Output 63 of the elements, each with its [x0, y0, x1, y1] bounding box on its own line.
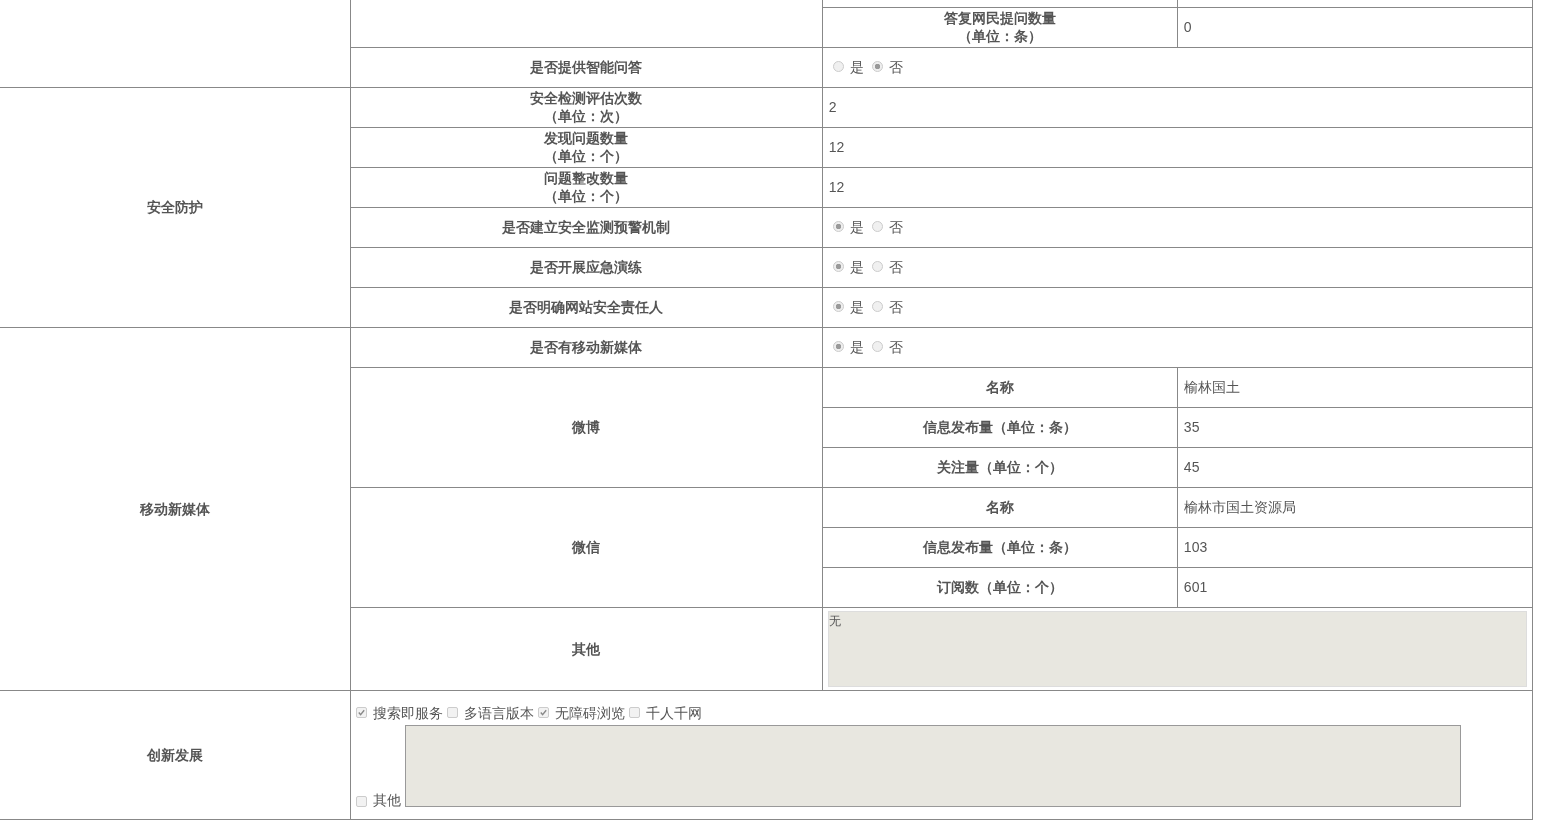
section-title: 安全防护: [146, 199, 203, 215]
field-label: 其他: [572, 640, 601, 657]
field-value: 12: [828, 179, 845, 195]
radio-button[interactable]: [832, 261, 844, 273]
radio-button[interactable]: [832, 301, 844, 313]
field-value: 35: [1183, 419, 1200, 435]
checkbox[interactable]: [628, 707, 640, 718]
radio-button[interactable]: [871, 61, 883, 73]
field-label: 问题整改数量 （单位：个）: [544, 170, 629, 204]
field-label: 信息发布量（单位：条）: [922, 539, 1077, 555]
checkbox[interactable]: [355, 795, 367, 807]
field-value: 2: [828, 99, 837, 115]
field-label: 订阅数（单位：个）: [936, 579, 1063, 595]
field-value: 0: [1183, 19, 1192, 35]
field-value: 12: [828, 139, 845, 155]
checkbox[interactable]: [355, 707, 367, 718]
field-value: 601: [1183, 579, 1208, 595]
checkbox-label[interactable]: 其他: [372, 792, 401, 807]
radio-label[interactable]: 否: [888, 257, 903, 276]
checkbox-label[interactable]: 多语言版本: [463, 703, 534, 722]
field-label: 是否建立安全监测预警机制: [502, 219, 671, 235]
text-area[interactable]: [404, 724, 1461, 807]
field-label: 关注量（单位：个）: [936, 459, 1063, 475]
field-value: 45: [1183, 459, 1200, 475]
radio-button[interactable]: [871, 341, 883, 353]
radio-button[interactable]: [871, 301, 883, 313]
checkbox-label[interactable]: 无障碍浏览: [554, 703, 625, 722]
field-label: 微博: [572, 419, 601, 435]
field-label: 答复网民提问数量 （单位：条）: [943, 10, 1056, 44]
radio-label[interactable]: 否: [888, 337, 903, 356]
radio-label[interactable]: 否: [888, 217, 903, 236]
field-label: 是否有移动新媒体: [530, 339, 643, 355]
radio-button[interactable]: [832, 341, 844, 353]
field-value: 103: [1183, 539, 1208, 555]
radio-label[interactable]: 是: [849, 297, 864, 316]
field-label: 是否开展应急演练: [530, 259, 643, 275]
checkbox[interactable]: [537, 707, 549, 718]
field-value: 榆林国土: [1183, 379, 1240, 395]
field-label: 名称: [985, 499, 1014, 515]
section-title: 创新发展: [146, 746, 203, 763]
checkbox-label[interactable]: 搜索即服务: [372, 703, 443, 722]
radio-label[interactable]: 否: [888, 297, 903, 316]
field-label: 微信: [572, 539, 601, 555]
field-label: 安全检测评估次数 （单位：次）: [530, 90, 643, 124]
radio-button[interactable]: [871, 261, 883, 273]
section-title: 移动新媒体: [139, 500, 210, 517]
radio-label[interactable]: 是: [849, 257, 864, 276]
radio-button[interactable]: [832, 61, 844, 73]
radio-button[interactable]: [871, 221, 883, 233]
field-label: 是否提供智能问答: [530, 59, 643, 75]
radio-label[interactable]: 是: [849, 57, 864, 76]
field-label: 是否明确网站安全责任人: [509, 299, 664, 315]
checkbox-label[interactable]: 千人千网: [645, 703, 702, 722]
field-label: 名称: [985, 379, 1014, 395]
radio-button[interactable]: [832, 221, 844, 233]
radio-label[interactable]: 否: [888, 57, 903, 76]
field-label: 发现问题数量 （单位：个）: [544, 130, 629, 164]
radio-label[interactable]: 是: [849, 217, 864, 236]
radio-label[interactable]: 是: [849, 337, 864, 356]
field-label: 信息发布量（单位：条）: [922, 419, 1077, 435]
checkbox[interactable]: [446, 707, 458, 718]
field-value: 榆林市国土资源局: [1183, 499, 1296, 515]
text-area[interactable]: 无: [827, 610, 1527, 687]
